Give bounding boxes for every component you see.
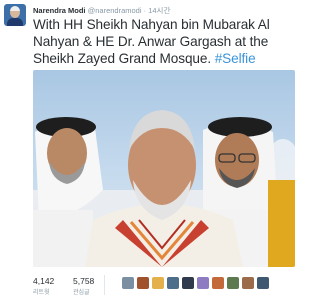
selfie-illustration	[33, 110, 295, 267]
favoriter-avatar-10[interactable]	[257, 277, 269, 289]
favoriter-avatar-2[interactable]	[137, 277, 149, 289]
favorites-count: 5,758	[73, 276, 95, 286]
author-handle[interactable]: @narendramodi	[88, 6, 142, 15]
favoriter-avatar-5[interactable]	[182, 277, 194, 289]
favoriters-row	[122, 277, 300, 290]
tweet-text: With HH Sheikh Nahyan bin Mubarak Al Nah…	[33, 16, 295, 67]
author-avatar[interactable]	[4, 4, 26, 26]
retweets-count: 4,142	[33, 276, 55, 286]
tweet-card[interactable]: Narendra Modi @narendramodi · 14시간 With …	[0, 0, 300, 298]
retweets-stat[interactable]: 4,142 리트윗	[33, 276, 54, 296]
retweets-label: 리트윗	[33, 290, 50, 296]
favorites-label: 관심글	[73, 290, 90, 296]
author-line: Narendra Modi @narendramodi · 14시간	[33, 5, 170, 16]
favoriter-avatar-3[interactable]	[152, 277, 164, 289]
author-name[interactable]: Narendra Modi	[33, 6, 86, 15]
favorites-stat[interactable]: 5,758 관심글	[73, 276, 94, 296]
avatar-hair	[10, 6, 20, 11]
hashtag-link[interactable]: #Selfie	[215, 51, 256, 66]
tweet-timestamp[interactable]: 14시간	[148, 6, 170, 15]
favoriter-avatar-4[interactable]	[167, 277, 179, 289]
avatar-shirt	[7, 18, 23, 26]
tweet-photo[interactable]	[33, 70, 295, 267]
favoriter-avatar-9[interactable]	[242, 277, 254, 289]
time-separator: ·	[143, 6, 147, 15]
stats-divider	[104, 275, 105, 295]
favoriter-avatar-6[interactable]	[197, 277, 209, 289]
favoriter-avatar-1[interactable]	[122, 277, 134, 289]
favoriter-avatar-8[interactable]	[227, 277, 239, 289]
favoriter-avatar-7[interactable]	[212, 277, 224, 289]
